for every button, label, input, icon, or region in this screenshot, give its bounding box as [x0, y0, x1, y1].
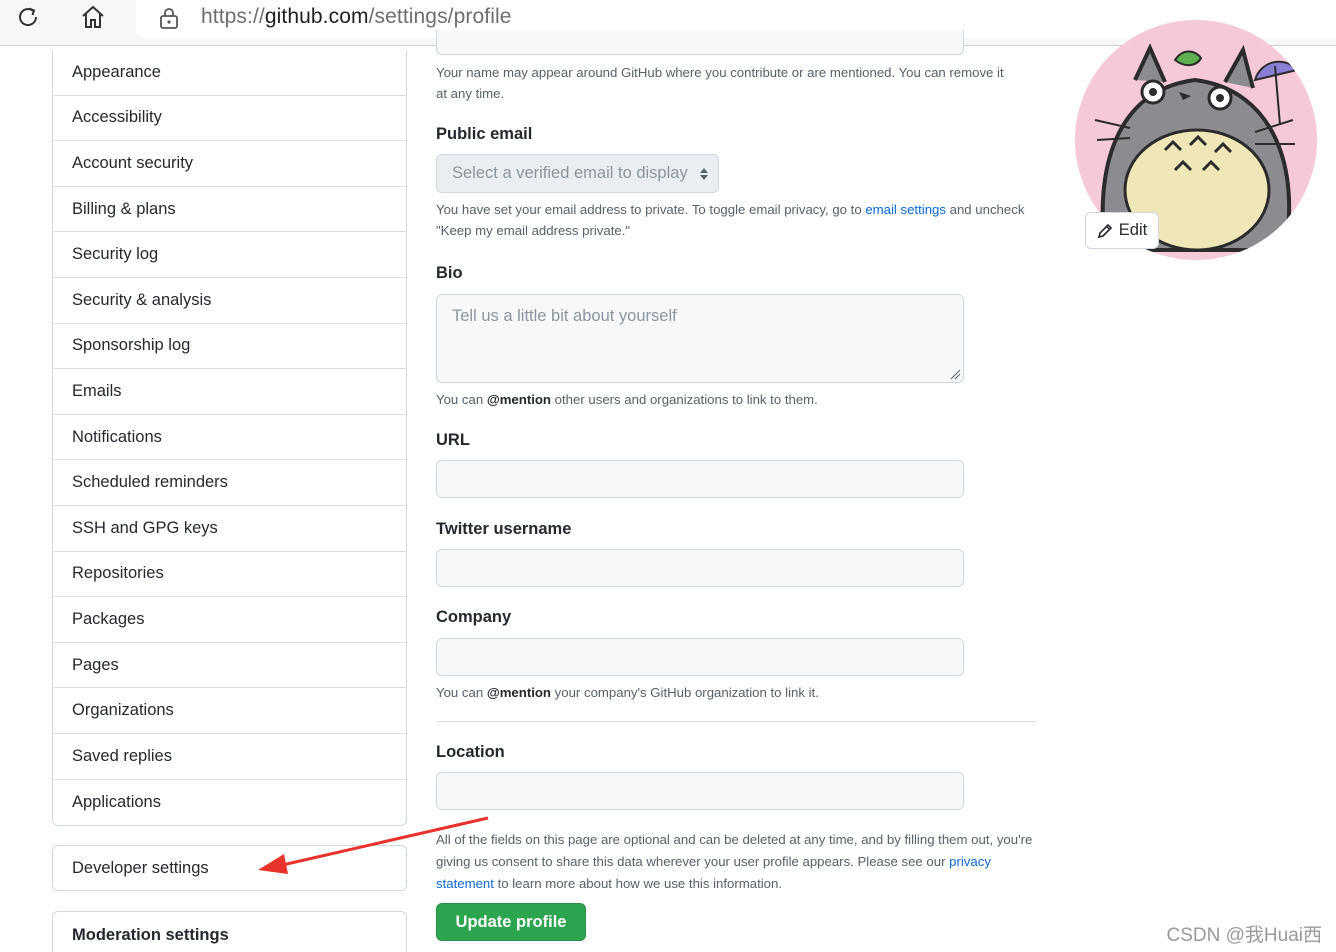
twitter-username-input[interactable]	[436, 549, 964, 587]
sidebar-item-billing[interactable]: Billing & plans	[53, 187, 406, 233]
sidebar-item-ssh-gpg-keys[interactable]: SSH and GPG keys	[53, 506, 406, 552]
avatar-edit-button[interactable]: Edit	[1085, 212, 1159, 249]
sidebar-item-appearance[interactable]: Appearance	[53, 50, 406, 96]
url-input[interactable]	[436, 460, 964, 498]
email-help-text: You have set your email address to priva…	[436, 202, 1025, 238]
sidebar-item-saved-replies[interactable]: Saved replies	[53, 734, 406, 780]
reload-icon	[19, 7, 38, 26]
public-email-label: Public email	[436, 125, 533, 143]
bio-placeholder: Tell us a little bit about yourself	[452, 307, 677, 325]
bio-label: Bio	[436, 264, 463, 282]
sidebar-item-organizations[interactable]: Organizations	[53, 688, 406, 734]
sidebar-item-account-security[interactable]: Account security	[53, 141, 406, 187]
name-input[interactable]	[436, 30, 964, 55]
sidebar-item-security-log[interactable]: Security log	[53, 232, 406, 278]
privacy-help-text: All of the fields on this page are optio…	[436, 832, 1033, 891]
twitter-username-label: Twitter username	[436, 520, 572, 538]
sidebar-item-pages[interactable]: Pages	[53, 643, 406, 689]
sidebar-item-emails[interactable]: Emails	[53, 369, 406, 415]
moderation-settings-menu: Moderation settings	[52, 911, 407, 952]
company-input[interactable]	[436, 638, 964, 676]
sidebar-item-repositories[interactable]: Repositories	[53, 552, 406, 598]
reload-button[interactable]	[8, 2, 48, 32]
watermark: CSDN @我Huai西	[1166, 925, 1322, 946]
sidebar-item-security-analysis[interactable]: Security & analysis	[53, 278, 406, 324]
lock-icon	[160, 8, 178, 29]
company-label: Company	[436, 608, 512, 626]
public-email-selected-value: Select a verified email to display	[452, 164, 688, 182]
update-profile-button[interactable]: Update profile	[436, 903, 586, 941]
moderation-settings-heading: Moderation settings	[72, 925, 229, 944]
avatar-edit-label: Edit	[1118, 221, 1148, 239]
address-bar-url: https://github.com/settings/profile	[201, 5, 512, 28]
sidebar-item-scheduled-reminders[interactable]: Scheduled reminders	[53, 460, 406, 506]
home-icon	[82, 5, 104, 28]
sidebar-item-sponsorship-log[interactable]: Sponsorship log	[53, 324, 406, 370]
sidebar-item-notifications[interactable]: Notifications	[53, 415, 406, 461]
pencil-icon	[1097, 223, 1112, 238]
email-settings-link[interactable]: email settings	[865, 202, 946, 217]
resize-grip-icon[interactable]	[949, 368, 961, 380]
settings-sidebar: Appearance Accessibility Account securit…	[52, 50, 407, 827]
bio-textarea[interactable]: Tell us a little bit about yourself	[436, 294, 964, 383]
location-input[interactable]	[436, 772, 964, 810]
company-help-text: You can @mention your company's GitHub o…	[436, 685, 819, 700]
url-label: URL	[436, 431, 470, 449]
form-divider	[436, 721, 1037, 722]
home-button[interactable]	[73, 2, 113, 32]
name-help-text: Your name may appear around GitHub where…	[436, 65, 1004, 101]
public-email-select[interactable]: Select a verified email to display	[436, 154, 719, 193]
bio-help-text: You can @mention other users and organiz…	[436, 392, 818, 407]
select-arrows-icon	[700, 168, 708, 180]
location-label: Location	[436, 743, 505, 761]
sidebar-item-packages[interactable]: Packages	[53, 597, 406, 643]
sidebar-item-accessibility[interactable]: Accessibility	[53, 96, 406, 142]
